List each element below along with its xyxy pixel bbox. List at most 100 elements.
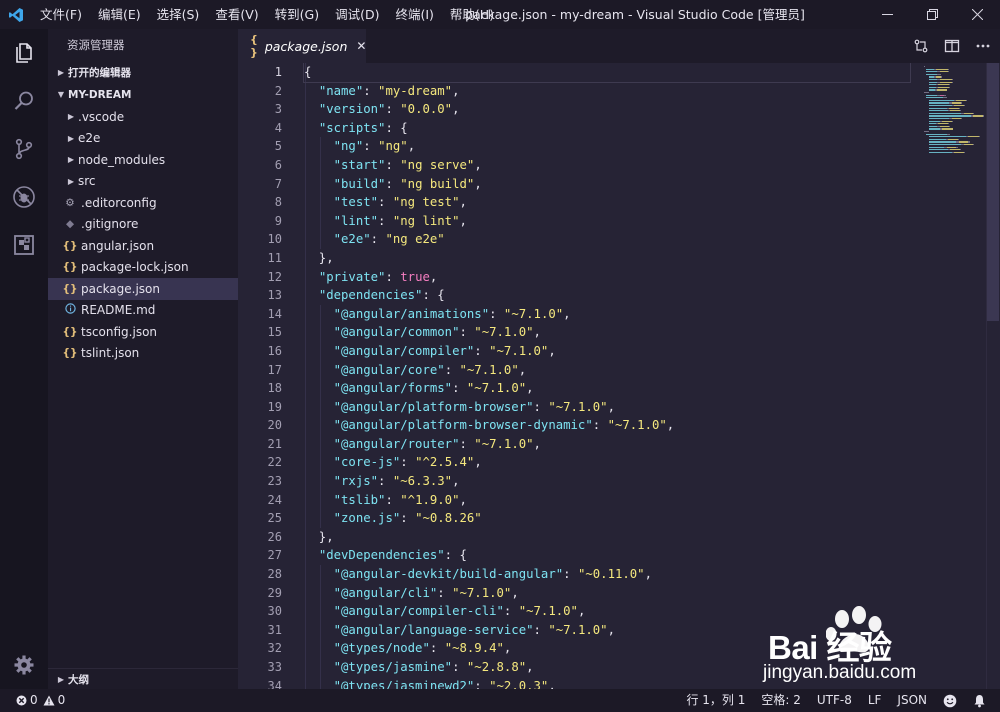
json-punctuation: : xyxy=(400,511,416,526)
tree-folder-src[interactable]: ▶ src xyxy=(48,171,238,193)
json-key: "@angular/animations" xyxy=(333,306,490,321)
menu-file[interactable]: 文件(F) xyxy=(32,0,90,29)
code-line: "@angular/core": "~7.1.0", xyxy=(304,361,910,380)
code-line: { xyxy=(303,63,911,83)
json-file-icon: {} xyxy=(62,325,78,338)
minimap[interactable] xyxy=(924,63,986,163)
split-editor-button[interactable] xyxy=(941,36,963,56)
source-control-button[interactable] xyxy=(0,125,48,173)
json-punctuation xyxy=(304,455,334,469)
line-number: 22 xyxy=(267,455,282,470)
tree-file-editorconfig[interactable]: ⚙ .editorconfig xyxy=(48,192,238,214)
line-number: 21 xyxy=(267,436,282,451)
json-punctuation: , xyxy=(459,213,467,228)
minimap-stroke xyxy=(973,112,975,115)
outline-section[interactable]: ▶ 大纲 xyxy=(48,668,238,690)
code-line: "rxjs": "~6.3.3", xyxy=(304,472,910,491)
tree-folder-e2e[interactable]: ▶ e2e xyxy=(48,128,238,150)
tree-file-tslint-json[interactable]: {} tslint.json xyxy=(48,343,238,365)
close-window-button[interactable] xyxy=(955,0,1000,29)
project-section[interactable]: ▼ MY-DREAM xyxy=(48,84,238,106)
explorer-button[interactable] xyxy=(0,29,48,77)
tree-file-tsconfig-json[interactable]: {} tsconfig.json xyxy=(48,321,238,343)
json-punctuation: : xyxy=(474,343,490,358)
line-number: 32 xyxy=(267,641,282,656)
line-number: 28 xyxy=(267,567,282,582)
tree-file-gitignore[interactable]: ◆ .gitignore xyxy=(48,214,238,236)
minimap-stroke xyxy=(926,94,938,96)
menu-view[interactable]: 查看(V) xyxy=(207,0,266,29)
tree-file-package-json[interactable]: {} package.json xyxy=(48,278,238,300)
indentation-setting[interactable]: 空格: 2 xyxy=(753,689,809,712)
code-line: "devDependencies": { xyxy=(304,546,910,565)
cursor-position[interactable]: 行 1，列 1 xyxy=(678,689,753,712)
json-string: "~7.1.0" xyxy=(489,343,549,358)
language-mode-selector[interactable]: JSON xyxy=(889,689,935,712)
json-key: "private" xyxy=(318,269,386,284)
json-punctuation xyxy=(304,195,334,209)
more-actions-button[interactable] xyxy=(972,36,994,56)
notifications-button[interactable] xyxy=(965,694,1000,708)
minimap-stroke xyxy=(928,151,952,154)
minimap-stroke xyxy=(940,76,942,78)
json-file-icon: {} xyxy=(62,282,78,295)
restore-button[interactable] xyxy=(910,0,955,29)
line-number: 26 xyxy=(267,529,282,544)
code-line: "@angular/common": "~7.1.0", xyxy=(304,323,910,342)
tab-close-button[interactable]: ✕ xyxy=(356,39,366,53)
json-string: "ng serve" xyxy=(400,157,475,172)
json-punctuation xyxy=(304,474,334,488)
json-punctuation: : xyxy=(363,139,379,154)
json-string: "~7.1.0" xyxy=(452,585,512,600)
open-changes-button[interactable] xyxy=(910,36,932,56)
feedback-button[interactable] xyxy=(935,694,965,708)
minimap-stroke xyxy=(926,68,934,70)
json-punctuation xyxy=(304,288,319,302)
tab-package-json[interactable]: { } package.json ✕ xyxy=(238,29,366,63)
menu-edit[interactable]: 编辑(E) xyxy=(90,0,149,29)
code-editor[interactable]: 1 2 3 4 5 6 7 8 9 10 11 12 13 14 15 16 17 18 19 20 21 22 23 24 2… xyxy=(238,63,1000,689)
settings-button[interactable] xyxy=(0,641,48,689)
vertical-scrollbar[interactable] xyxy=(986,63,1000,689)
smiley-icon xyxy=(943,694,957,707)
json-punctuation: , xyxy=(526,381,534,396)
menu-debug[interactable]: 调试(D) xyxy=(327,0,387,29)
open-editors-section[interactable]: ▶ 打开的编辑器 xyxy=(48,62,238,84)
tree-file-angular-json[interactable]: {} angular.json xyxy=(48,235,238,257)
problems-indicator[interactable]: 0 0 xyxy=(0,689,73,712)
minimap-stroke xyxy=(950,110,960,112)
code-content[interactable]: { "name": "my-dream", "version": "0.0.0"… xyxy=(303,63,911,689)
search-button[interactable] xyxy=(0,77,48,125)
debug-icon xyxy=(13,186,35,208)
debug-button[interactable] xyxy=(0,173,48,221)
minimize-button[interactable] xyxy=(865,0,910,29)
line-number: 17 xyxy=(267,362,282,377)
json-key: "@angular/common" xyxy=(333,325,460,340)
file-tree: ▶ .vscode ▶ e2e ▶ node_modules ▶ src ⚙ .… xyxy=(48,106,238,364)
scrollbar-thumb[interactable] xyxy=(987,63,999,321)
close-icon xyxy=(972,9,983,20)
menu-go[interactable]: 转到(G) xyxy=(267,0,327,29)
line-number: 6 xyxy=(274,157,282,172)
tree-file-package-lock-json[interactable]: {} package-lock.json xyxy=(48,257,238,279)
json-file-icon: {} xyxy=(62,261,78,274)
minimap-stroke xyxy=(939,79,952,81)
encoding-selector[interactable]: UTF-8 xyxy=(809,689,860,712)
json-punctuation: : { xyxy=(422,288,445,303)
json-key: "@angular/compiler-cli" xyxy=(333,604,504,619)
json-punctuation xyxy=(304,548,319,562)
minimap-stroke xyxy=(939,81,952,83)
minimap-stroke xyxy=(939,71,948,73)
tree-folder-node-modules[interactable]: ▶ node_modules xyxy=(48,149,238,171)
minimap-stroke xyxy=(973,144,975,146)
tree-file-readme[interactable]: README.md xyxy=(48,300,238,322)
tree-folder-vscode[interactable]: ▶ .vscode xyxy=(48,106,238,128)
json-key: "devDependencies" xyxy=(318,548,445,563)
eol-selector[interactable]: LF xyxy=(860,689,890,712)
status-bar: 0 0 行 1，列 1 空格: 2 UTF-8 LF JSON xyxy=(0,689,1000,712)
json-punctuation xyxy=(304,307,334,321)
menu-selection[interactable]: 选择(S) xyxy=(149,0,208,29)
json-key: "@types/jasminewd2" xyxy=(333,678,475,689)
code-line: "lint": "ng lint", xyxy=(304,212,910,231)
extensions-button[interactable] xyxy=(0,221,48,269)
